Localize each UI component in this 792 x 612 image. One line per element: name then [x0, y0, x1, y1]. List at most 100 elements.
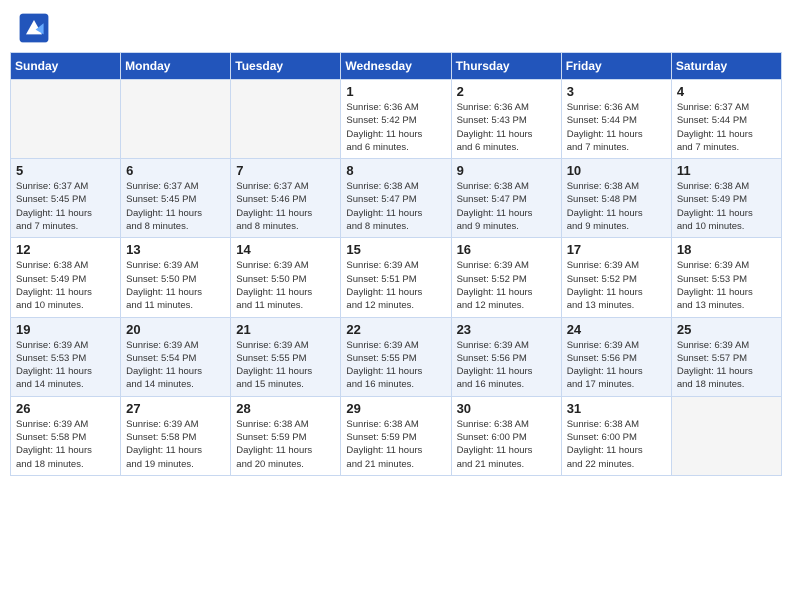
day-number: 30 — [457, 401, 556, 416]
day-info: Sunrise: 6:37 AMSunset: 5:45 PMDaylight:… — [126, 180, 225, 233]
day-info: Sunrise: 6:39 AMSunset: 5:55 PMDaylight:… — [236, 339, 335, 392]
calendar-cell: 4 Sunrise: 6:37 AMSunset: 5:44 PMDaylight… — [671, 80, 781, 159]
day-info: Sunrise: 6:36 AMSunset: 5:43 PMDaylight:… — [457, 101, 556, 154]
calendar-cell: 1 Sunrise: 6:36 AMSunset: 5:42 PMDaylight… — [341, 80, 451, 159]
day-info: Sunrise: 6:39 AMSunset: 5:51 PMDaylight:… — [346, 259, 445, 312]
calendar-cell: 22 Sunrise: 6:39 AMSunset: 5:55 PMDayligh… — [341, 317, 451, 396]
day-number: 13 — [126, 242, 225, 257]
day-info: Sunrise: 6:39 AMSunset: 5:56 PMDaylight:… — [457, 339, 556, 392]
weekday-header-friday: Friday — [561, 53, 671, 80]
day-info: Sunrise: 6:38 AMSunset: 5:49 PMDaylight:… — [16, 259, 115, 312]
day-info: Sunrise: 6:39 AMSunset: 5:53 PMDaylight:… — [677, 259, 776, 312]
calendar-table: SundayMondayTuesdayWednesdayThursdayFrid… — [10, 52, 782, 476]
weekday-header-monday: Monday — [121, 53, 231, 80]
header — [0, 0, 792, 52]
calendar-cell: 23 Sunrise: 6:39 AMSunset: 5:56 PMDayligh… — [451, 317, 561, 396]
calendar-week-row: 26 Sunrise: 6:39 AMSunset: 5:58 PMDayligh… — [11, 396, 782, 475]
day-number: 4 — [677, 84, 776, 99]
day-info: Sunrise: 6:39 AMSunset: 5:55 PMDaylight:… — [346, 339, 445, 392]
calendar-cell — [121, 80, 231, 159]
day-number: 23 — [457, 322, 556, 337]
calendar-cell — [11, 80, 121, 159]
day-number: 9 — [457, 163, 556, 178]
calendar-cell: 2 Sunrise: 6:36 AMSunset: 5:43 PMDaylight… — [451, 80, 561, 159]
calendar-cell: 14 Sunrise: 6:39 AMSunset: 5:50 PMDayligh… — [231, 238, 341, 317]
day-info: Sunrise: 6:38 AMSunset: 5:59 PMDaylight:… — [346, 418, 445, 471]
day-info: Sunrise: 6:38 AMSunset: 5:59 PMDaylight:… — [236, 418, 335, 471]
day-info: Sunrise: 6:38 AMSunset: 5:48 PMDaylight:… — [567, 180, 666, 233]
calendar-cell: 19 Sunrise: 6:39 AMSunset: 5:53 PMDayligh… — [11, 317, 121, 396]
day-info: Sunrise: 6:39 AMSunset: 5:53 PMDaylight:… — [16, 339, 115, 392]
calendar-cell: 5 Sunrise: 6:37 AMSunset: 5:45 PMDaylight… — [11, 159, 121, 238]
day-number: 14 — [236, 242, 335, 257]
calendar-cell: 30 Sunrise: 6:38 AMSunset: 6:00 PMDayligh… — [451, 396, 561, 475]
calendar-cell: 11Sunrise: 6:38 AMSunset: 5:49 PMDayligh… — [671, 159, 781, 238]
calendar-cell: 10 Sunrise: 6:38 AMSunset: 5:48 PMDayligh… — [561, 159, 671, 238]
day-number: 21 — [236, 322, 335, 337]
calendar-cell: 29 Sunrise: 6:38 AMSunset: 5:59 PMDayligh… — [341, 396, 451, 475]
calendar-cell — [671, 396, 781, 475]
day-number: 25 — [677, 322, 776, 337]
weekday-header-row: SundayMondayTuesdayWednesdayThursdayFrid… — [11, 53, 782, 80]
day-number: 3 — [567, 84, 666, 99]
weekday-header-wednesday: Wednesday — [341, 53, 451, 80]
weekday-header-thursday: Thursday — [451, 53, 561, 80]
calendar-cell: 24 Sunrise: 6:39 AMSunset: 5:56 PMDayligh… — [561, 317, 671, 396]
day-info: Sunrise: 6:38 AMSunset: 6:00 PMDaylight:… — [457, 418, 556, 471]
day-number: 10 — [567, 163, 666, 178]
calendar-cell: 3 Sunrise: 6:36 AMSunset: 5:44 PMDaylight… — [561, 80, 671, 159]
day-number: 2 — [457, 84, 556, 99]
day-info: Sunrise: 6:37 AMSunset: 5:45 PMDaylight:… — [16, 180, 115, 233]
calendar-cell: 31 Sunrise: 6:38 AMSunset: 6:00 PMDayligh… — [561, 396, 671, 475]
day-info: Sunrise: 6:38 AMSunset: 5:47 PMDaylight:… — [457, 180, 556, 233]
calendar-cell: 15 Sunrise: 6:39 AMSunset: 5:51 PMDayligh… — [341, 238, 451, 317]
day-number: 18 — [677, 242, 776, 257]
calendar-week-row: 19 Sunrise: 6:39 AMSunset: 5:53 PMDayligh… — [11, 317, 782, 396]
page: SundayMondayTuesdayWednesdayThursdayFrid… — [0, 0, 792, 612]
calendar-cell: 25 Sunrise: 6:39 AMSunset: 5:57 PMDayligh… — [671, 317, 781, 396]
day-number: 28 — [236, 401, 335, 416]
day-info: Sunrise: 6:39 AMSunset: 5:58 PMDaylight:… — [126, 418, 225, 471]
calendar-cell: 9 Sunrise: 6:38 AMSunset: 5:47 PMDaylight… — [451, 159, 561, 238]
calendar-cell: 13 Sunrise: 6:39 AMSunset: 5:50 PMDayligh… — [121, 238, 231, 317]
day-number: 22 — [346, 322, 445, 337]
day-number: 31 — [567, 401, 666, 416]
day-number: 24 — [567, 322, 666, 337]
weekday-header-tuesday: Tuesday — [231, 53, 341, 80]
weekday-header-saturday: Saturday — [671, 53, 781, 80]
day-info: Sunrise: 6:39 AMSunset: 5:57 PMDaylight:… — [677, 339, 776, 392]
day-number: 1 — [346, 84, 445, 99]
day-info: Sunrise: 6:39 AMSunset: 5:52 PMDaylight:… — [457, 259, 556, 312]
day-info: Sunrise: 6:39 AMSunset: 5:52 PMDaylight:… — [567, 259, 666, 312]
calendar-cell: 26Sunrise: 6:39 AMSunset: 5:58 PMDayligh… — [11, 396, 121, 475]
day-number: 19 — [16, 322, 115, 337]
day-number: 27 — [126, 401, 225, 416]
calendar-cell: 6Sunrise: 6:37 AMSunset: 5:45 PMDaylight… — [121, 159, 231, 238]
day-info: Sunrise: 6:38 AMSunset: 6:00 PMDaylight:… — [567, 418, 666, 471]
calendar-cell: 27 Sunrise: 6:39 AMSunset: 5:58 PMDayligh… — [121, 396, 231, 475]
day-info: Sunrise: 6:39 AMSunset: 5:50 PMDaylight:… — [126, 259, 225, 312]
day-info: Sunrise: 6:37 AMSunset: 5:46 PMDaylight:… — [236, 180, 335, 233]
day-number: 15 — [346, 242, 445, 257]
day-number: 16 — [457, 242, 556, 257]
day-number: 8 — [346, 163, 445, 178]
calendar-cell: 28 Sunrise: 6:38 AMSunset: 5:59 PMDayligh… — [231, 396, 341, 475]
day-number: 26 — [16, 401, 115, 416]
day-number: 5 — [16, 163, 115, 178]
day-info: Sunrise: 6:38 AMSunset: 5:49 PMDaylight:… — [677, 180, 776, 233]
day-number: 17 — [567, 242, 666, 257]
logo — [18, 12, 54, 44]
calendar-week-row: 12Sunrise: 6:38 AMSunset: 5:49 PMDayligh… — [11, 238, 782, 317]
day-info: Sunrise: 6:36 AMSunset: 5:44 PMDaylight:… — [567, 101, 666, 154]
calendar-cell — [231, 80, 341, 159]
day-info: Sunrise: 6:39 AMSunset: 5:56 PMDaylight:… — [567, 339, 666, 392]
day-number: 29 — [346, 401, 445, 416]
calendar-cell: 17 Sunrise: 6:39 AMSunset: 5:52 PMDayligh… — [561, 238, 671, 317]
calendar-week-row: 1 Sunrise: 6:36 AMSunset: 5:42 PMDaylight… — [11, 80, 782, 159]
calendar-cell: 21 Sunrise: 6:39 AMSunset: 5:55 PMDayligh… — [231, 317, 341, 396]
day-info: Sunrise: 6:37 AMSunset: 5:44 PMDaylight:… — [677, 101, 776, 154]
calendar-cell: 8Sunrise: 6:38 AMSunset: 5:47 PMDaylight… — [341, 159, 451, 238]
logo-icon — [18, 12, 50, 44]
day-info: Sunrise: 6:36 AMSunset: 5:42 PMDaylight:… — [346, 101, 445, 154]
day-info: Sunrise: 6:39 AMSunset: 5:50 PMDaylight:… — [236, 259, 335, 312]
